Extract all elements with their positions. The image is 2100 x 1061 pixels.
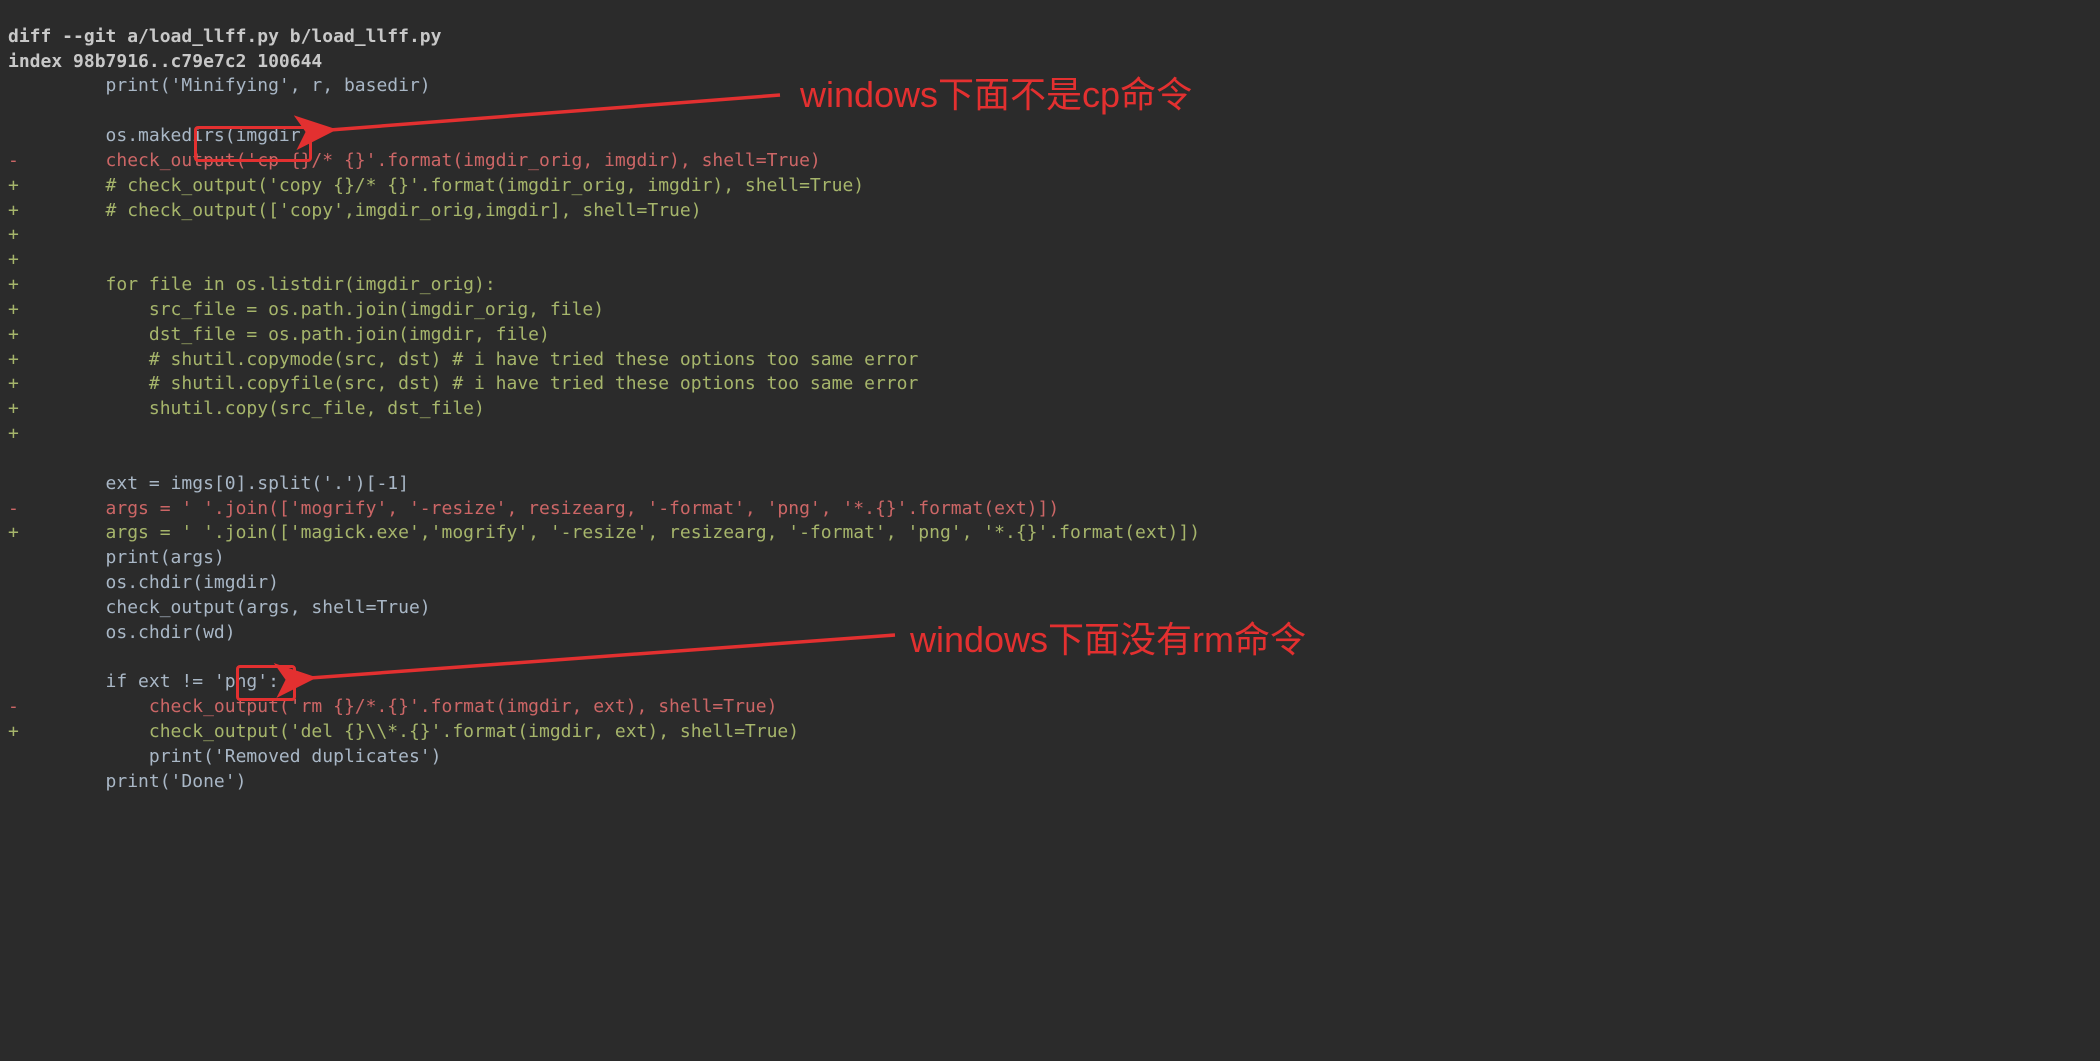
diff-line: print('Removed duplicates'): [8, 746, 441, 767]
diff-line-added: + args = ' '.join(['magick.exe','mogrify…: [8, 522, 1200, 543]
diff-line-removed: - check_output('rm {}/*.{}'.format(imgdi…: [8, 696, 777, 717]
diff-line-added: + # check_output('copy {}/* {}'.format(i…: [8, 175, 864, 196]
diff-line-added: + # check_output(['copy',imgdir_orig,img…: [8, 200, 702, 221]
diff-line: [8, 448, 19, 469]
diff-line: ext = imgs[0].split('.')[-1]: [8, 473, 409, 494]
diff-line-added: + # shutil.copymode(src, dst) # i have t…: [8, 349, 918, 370]
diff-line: print(args): [8, 547, 225, 568]
diff-line: if ext != 'png':: [8, 671, 279, 692]
diff-line-added: + shutil.copy(src_file, dst_file): [8, 398, 485, 419]
diff-line-added: + check_output('del {}\\*.{}'.format(img…: [8, 721, 799, 742]
diff-pre: diff --git a/load_llff.py b/load_llff.py…: [0, 0, 2100, 795]
diff-line: print('Done'): [8, 771, 246, 792]
diff-line-added: +: [8, 423, 19, 444]
diff-line-added: + src_file = os.path.join(imgdir_orig, f…: [8, 299, 604, 320]
diff-line: print('Minifying', r, basedir): [8, 75, 431, 96]
diff-header-index: index 98b7916..c79e7c2 100644: [8, 51, 322, 72]
diff-line-added: + # shutil.copyfile(src, dst) # i have t…: [8, 373, 918, 394]
diff-header-file: diff --git a/load_llff.py b/load_llff.py: [8, 26, 441, 47]
diff-line: os.chdir(wd): [8, 622, 236, 643]
diff-line-added: + dst_file = os.path.join(imgdir, file): [8, 324, 550, 345]
diff-viewer: diff --git a/load_llff.py b/load_llff.py…: [0, 0, 2100, 1061]
diff-top-cut: [8, 1, 366, 22]
diff-line: os.makedirs(imgdir): [8, 125, 311, 146]
diff-line-removed: - args = ' '.join(['mogrify', '-resize',…: [8, 498, 1059, 519]
diff-line: [8, 100, 19, 121]
diff-line-added: +: [8, 224, 19, 245]
diff-line: [8, 647, 19, 668]
diff-line: check_output(args, shell=True): [8, 597, 431, 618]
diff-line-added: +: [8, 249, 19, 270]
diff-line-added: + for file in os.listdir(imgdir_orig):: [8, 274, 496, 295]
diff-line: os.chdir(imgdir): [8, 572, 279, 593]
diff-line-removed: - check_output('cp {}/* {}'.format(imgdi…: [8, 150, 821, 171]
